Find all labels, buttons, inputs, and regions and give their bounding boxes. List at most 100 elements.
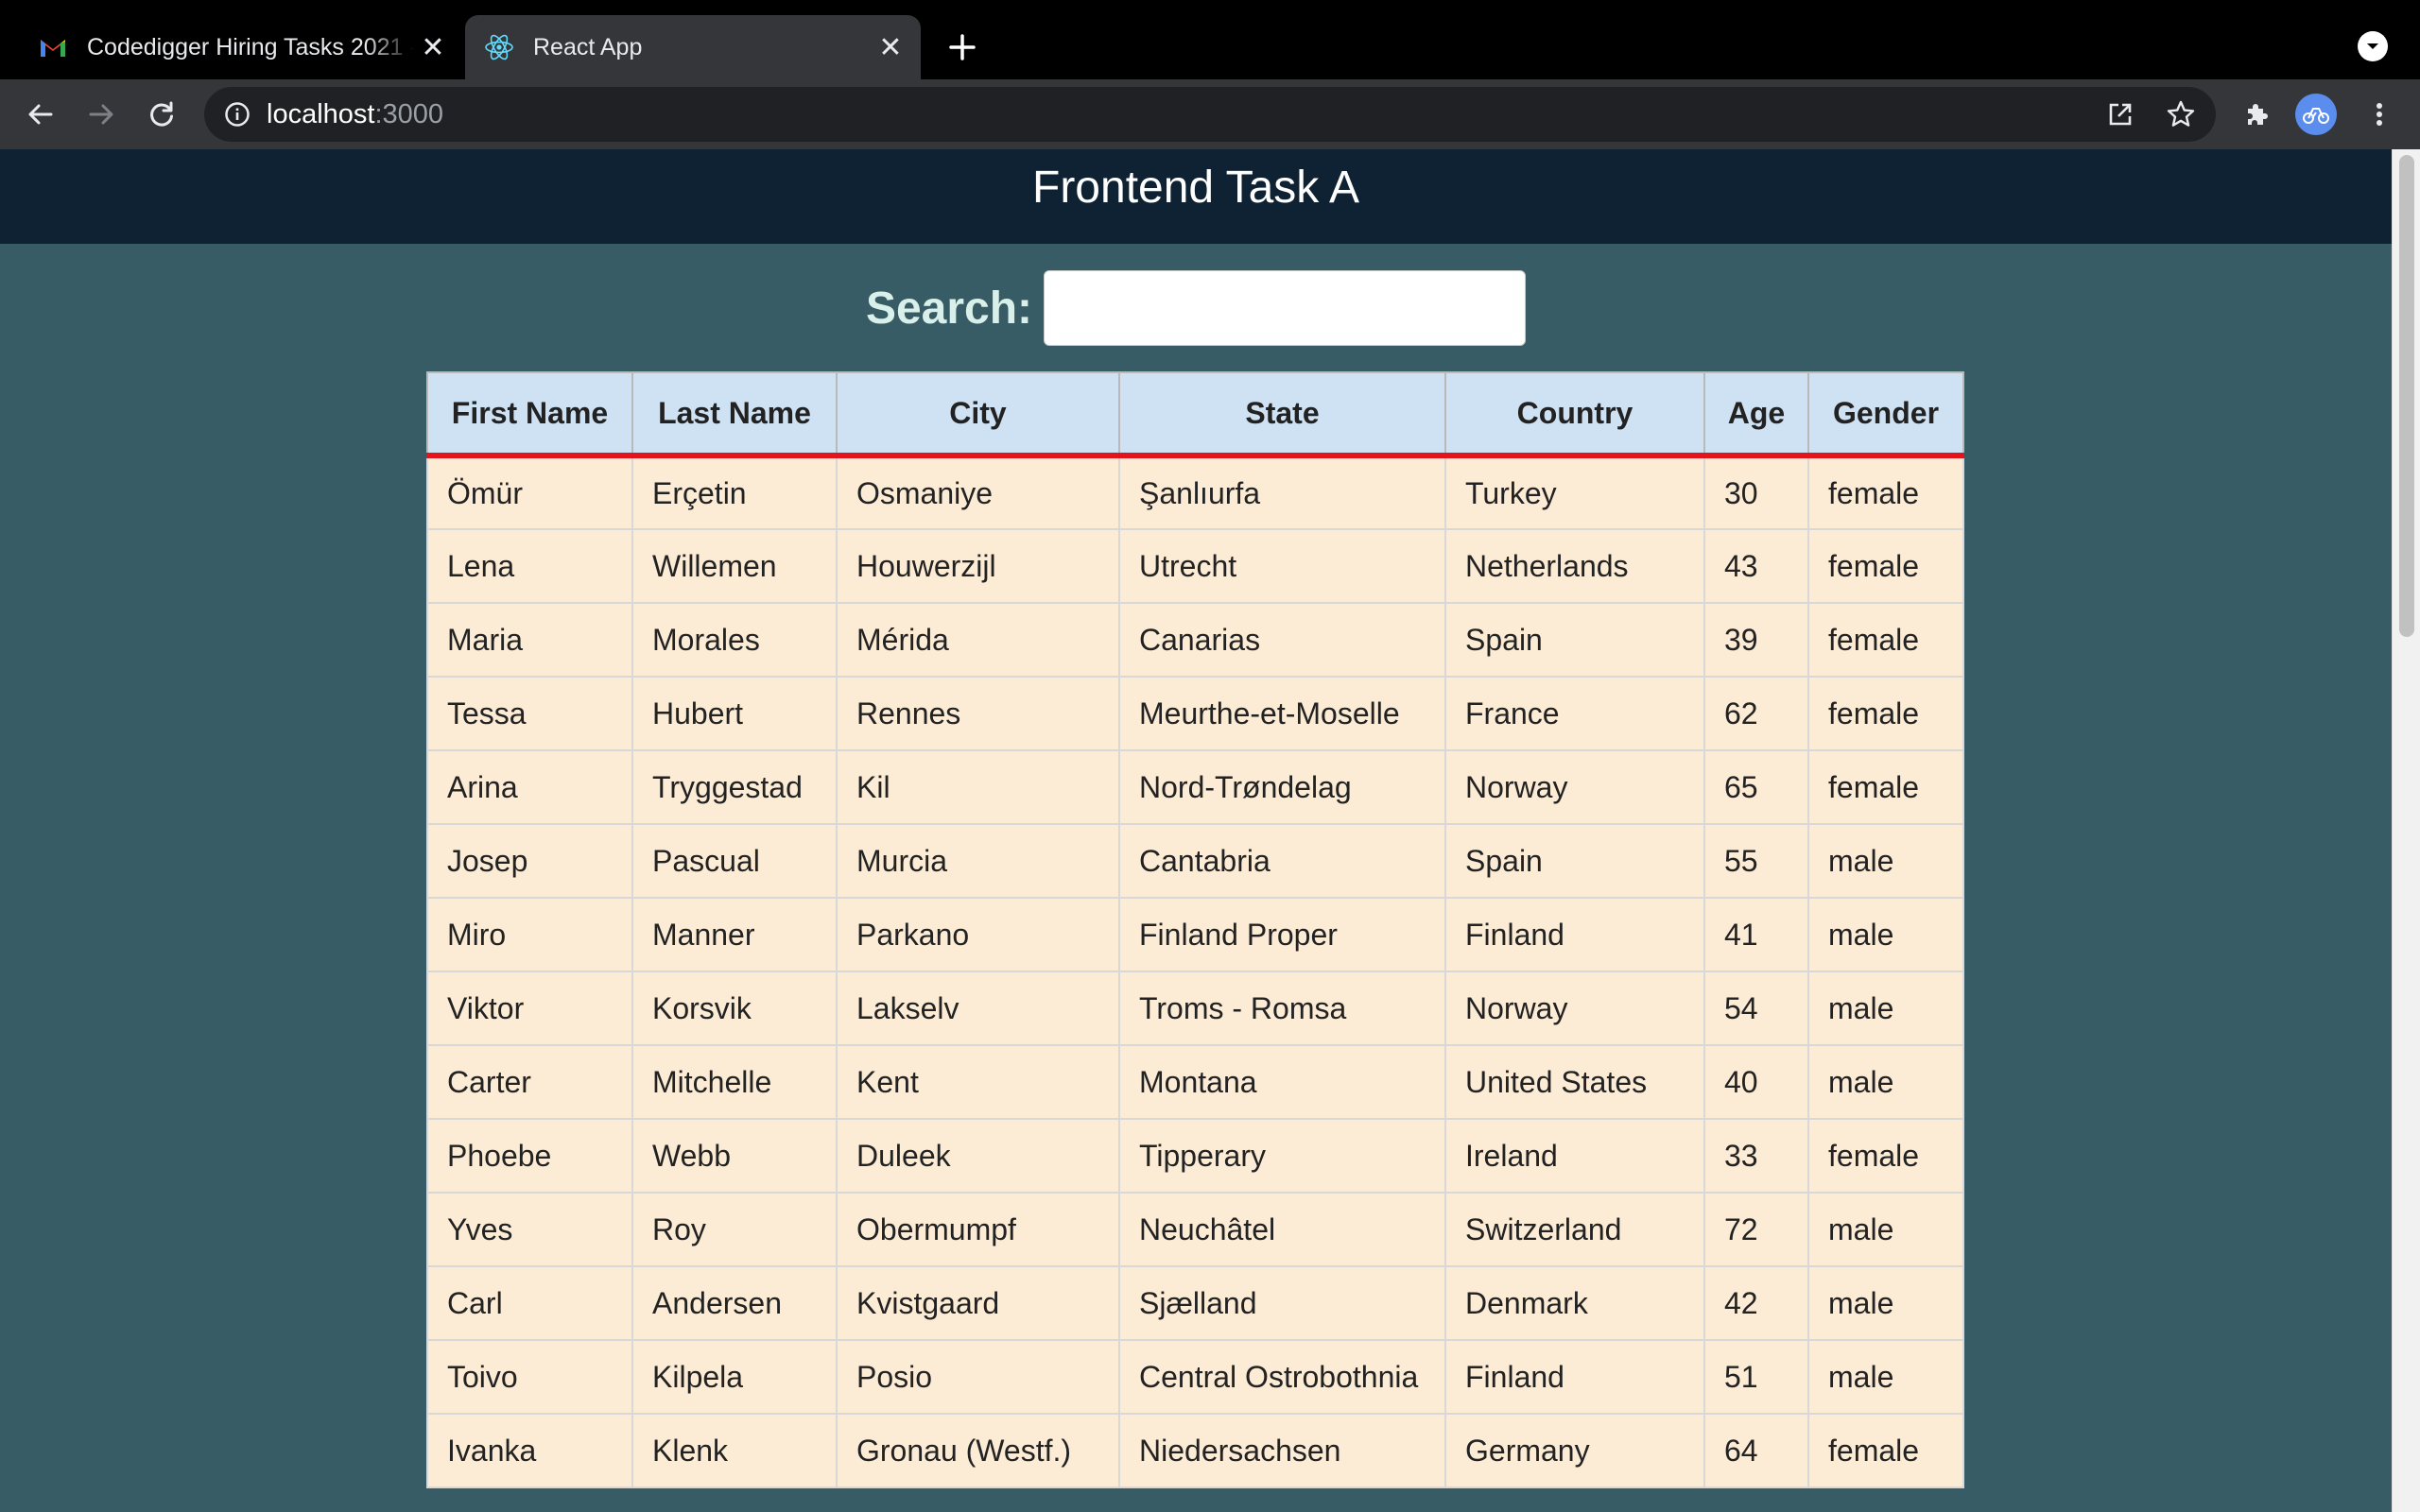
table-cell: Mitchelle	[631, 1044, 838, 1120]
bookmark-button[interactable]	[2157, 91, 2204, 138]
browser-tab-gmail[interactable]: Codedigger Hiring Tasks 2021 - ✕	[19, 15, 463, 79]
open-in-app-button[interactable]	[2097, 91, 2144, 138]
app-header: Frontend Task A	[0, 149, 2392, 244]
column-header-age[interactable]: Age	[1703, 371, 1809, 458]
table-row: Yves Roy Obermumpf Neuchâtel Switzerland 72 ma…	[426, 1192, 1964, 1267]
reload-button[interactable]	[138, 91, 185, 138]
tab-search-button[interactable]	[2358, 31, 2388, 61]
table-cell: Arina	[426, 749, 633, 825]
page-title: Frontend Task A	[1032, 162, 1359, 213]
table-cell: Switzerland	[1444, 1192, 1705, 1267]
column-header-state[interactable]: State	[1118, 371, 1446, 458]
table-cell: Kil	[836, 749, 1120, 825]
table-cell: Pascual	[631, 823, 838, 899]
table-cell: Netherlands	[1444, 528, 1705, 604]
browser-toolbar: localhost:3000	[0, 79, 2420, 149]
table-cell: 62	[1703, 676, 1809, 751]
table-cell: 41	[1703, 897, 1809, 972]
table-cell: Maria	[426, 602, 633, 678]
browser-tab-react-app[interactable]: React App ✕	[465, 15, 921, 79]
star-icon	[2167, 100, 2195, 127]
table-cell: male	[1807, 1265, 1964, 1341]
table-cell: Ivanka	[426, 1413, 633, 1488]
table-cell: Cantabria	[1118, 823, 1446, 899]
table-cell: Lena	[426, 528, 633, 604]
table-cell: Sjælland	[1118, 1265, 1446, 1341]
table-cell: Klenk	[631, 1413, 838, 1488]
column-header-city[interactable]: City	[836, 371, 1120, 458]
profile-avatar[interactable]	[2295, 94, 2337, 135]
search-input[interactable]	[1044, 270, 1527, 346]
url-host: localhost	[267, 98, 375, 129]
url-text: localhost:3000	[267, 99, 443, 130]
table-cell: Lakselv	[836, 971, 1120, 1046]
search-label: Search:	[865, 283, 1033, 334]
table-cell: male	[1807, 1339, 1964, 1415]
search-bar: Search:	[0, 270, 2392, 346]
avatar-icon	[2303, 108, 2329, 124]
table-cell: Houwerzijl	[836, 528, 1120, 604]
table-row: Ivanka Klenk Gronau (Westf.) Niedersachsen G…	[426, 1413, 1964, 1488]
table-cell: Kent	[836, 1044, 1120, 1120]
table-cell: 43	[1703, 528, 1809, 604]
table-cell: Norway	[1444, 749, 1705, 825]
table-cell: Kilpela	[631, 1339, 838, 1415]
address-bar[interactable]: localhost:3000	[204, 87, 2216, 142]
column-header-first-name[interactable]: First Name	[426, 371, 633, 458]
chevron-down-icon	[2367, 43, 2378, 49]
table-cell: Korsvik	[631, 971, 838, 1046]
close-tab-icon[interactable]: ✕	[872, 28, 909, 66]
table-cell: female	[1807, 1118, 1964, 1194]
people-table: First Name Last Name City State Country …	[426, 371, 1964, 1488]
table-cell: Erçetin	[631, 455, 838, 530]
plus-icon	[949, 34, 976, 60]
scrollbar-thumb[interactable]	[2399, 155, 2414, 637]
table-cell: Troms - Romsa	[1118, 971, 1446, 1046]
table-cell: Osmaniye	[836, 455, 1120, 530]
table-cell: 40	[1703, 1044, 1809, 1120]
forward-button[interactable]	[78, 91, 125, 138]
reload-icon	[150, 101, 173, 127]
table-cell: France	[1444, 676, 1705, 751]
close-tab-icon[interactable]: ✕	[414, 28, 452, 66]
table-cell: Willemen	[631, 528, 838, 604]
info-icon[interactable]	[221, 98, 253, 130]
table-cell: Tipperary	[1118, 1118, 1446, 1194]
table-body: Ömür Erçetin Osmaniye Şanlıurfa Turkey 30 fema…	[426, 455, 1964, 1488]
column-header-gender[interactable]: Gender	[1807, 371, 1964, 458]
new-tab-button[interactable]	[942, 26, 983, 68]
table-cell: 33	[1703, 1118, 1809, 1194]
extensions-button[interactable]	[2233, 91, 2280, 138]
table-row: Carl Andersen Kvistgaard Sjælland Denmark 42 m…	[426, 1265, 1964, 1341]
table-row: Miro Manner Parkano Finland Proper Finland 41…	[426, 897, 1964, 972]
table-cell: Rennes	[836, 676, 1120, 751]
table-cell: female	[1807, 602, 1964, 678]
table-cell: Spain	[1444, 602, 1705, 678]
table-cell: Phoebe	[426, 1118, 633, 1194]
table-cell: Parkano	[836, 897, 1120, 972]
table-cell: female	[1807, 676, 1964, 751]
table-cell: Spain	[1444, 823, 1705, 899]
back-button[interactable]	[17, 91, 64, 138]
react-icon	[482, 30, 516, 64]
table-row: Carter Mitchelle Kent Montana United States 4…	[426, 1044, 1964, 1120]
column-header-last-name[interactable]: Last Name	[631, 371, 838, 458]
table-cell: male	[1807, 971, 1964, 1046]
table-cell: Kvistgaard	[836, 1265, 1120, 1341]
page-content: Frontend Task A Search: First Name Last …	[0, 149, 2392, 1512]
table-cell: 65	[1703, 749, 1809, 825]
table-cell: Roy	[631, 1192, 838, 1267]
page-scrollbar[interactable]	[2392, 149, 2420, 1512]
table-cell: Hubert	[631, 676, 838, 751]
table-cell: 39	[1703, 602, 1809, 678]
data-table-container: First Name Last Name City State Country …	[426, 371, 1964, 1488]
column-header-country[interactable]: Country	[1444, 371, 1705, 458]
table-cell: Turkey	[1444, 455, 1705, 530]
table-cell: Canarias	[1118, 602, 1446, 678]
table-cell: Tessa	[426, 676, 633, 751]
table-cell: Yves	[426, 1192, 633, 1267]
table-cell: Josep	[426, 823, 633, 899]
table-cell: female	[1807, 528, 1964, 604]
browser-menu-button[interactable]	[2356, 91, 2403, 138]
table-cell: 55	[1703, 823, 1809, 899]
